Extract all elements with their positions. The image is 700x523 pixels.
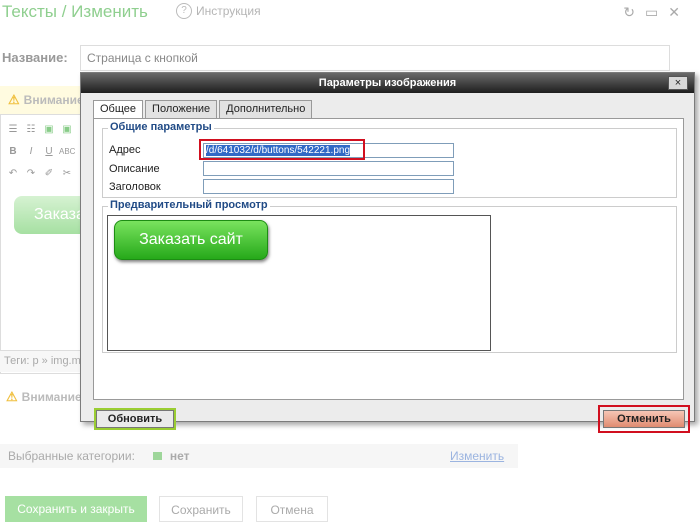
preview-fieldset: Предварительный просмотр Заказать сайт [102,199,677,353]
editor-toolbar-row-1: ☰ ☷ ▣ ▣ [5,121,85,139]
description-input[interactable] [203,161,454,176]
cut-icon[interactable]: ✂ [59,166,75,182]
image-edit-icon[interactable]: ▣ [59,122,75,138]
page-title: Тексты / Изменить [2,2,148,21]
preview-legend: Предварительный просмотр [108,199,270,211]
numbered-list-icon[interactable]: ☷ [23,122,39,138]
refresh-icon[interactable]: ↻ [623,4,635,21]
help-link[interactable]: ? Инструкция [176,3,261,19]
image-icon[interactable]: ▣ [41,122,57,138]
strikethrough-icon[interactable]: ABC [59,144,75,160]
tab-panel-general: Общие параметры Адрес /d/641032/d/button… [93,118,684,400]
italic-icon[interactable]: I [23,144,39,160]
categories-label: Выбранные категории: [8,449,135,463]
editor-content-button: Заказа [14,196,90,234]
preview-image-button: Заказать сайт [114,220,268,260]
save-and-close-button[interactable]: Сохранить и закрыть [5,496,147,522]
tab-advanced[interactable]: Дополнительно [219,100,313,118]
cancel-button[interactable]: Отмена [256,496,328,522]
maximize-icon[interactable]: ▭ [645,4,658,21]
warning-box-2: ⚠ Внимание [0,386,90,408]
bullet-list-icon[interactable]: ☰ [5,122,21,138]
dialog-title: Параметры изображения [81,73,694,93]
warning-label: Внимание [23,93,84,107]
warning-icon: ⚠ [8,92,20,107]
general-params-fieldset: Общие параметры Адрес /d/641032/d/button… [102,121,677,198]
categories-value: нет [169,449,190,463]
change-categories-link[interactable]: Изменить [450,449,504,463]
editor-toolbar-row-2: B I U ABC [5,143,85,161]
tab-position[interactable]: Положение [145,100,218,118]
dialog-tabs: Общее Положение Дополнительно [93,100,313,119]
editor-toolbar-row-3: ↶ ↷ ✐ ✂ [5,165,85,183]
dialog-cancel-button[interactable]: Отменить [603,410,685,428]
eraser-icon[interactable]: ✐ [41,166,57,182]
title-label: Заголовок [109,181,161,193]
categories-row: Выбранные категории: нет Изменить [0,444,518,468]
window-controls: ↻ ▭ ✕ [623,4,680,21]
undo-icon[interactable]: ↶ [5,166,21,182]
warning-box: ⚠ Внимание [0,86,90,114]
help-label: Инструкция [196,4,261,18]
warning-label-2: Внимание [21,390,82,404]
save-button[interactable]: Сохранить [159,496,243,522]
title-input[interactable] [203,179,454,194]
underline-icon[interactable]: U [41,144,57,160]
rich-text-editor[interactable]: ☰ ☷ ▣ ▣ B I U ABC ↶ ↷ ✐ ✂ [0,114,89,374]
warning-icon: ⚠ [6,389,18,404]
name-input[interactable] [80,45,670,71]
tab-general[interactable]: Общее [93,100,144,119]
name-label: Название: [2,50,68,65]
redo-icon[interactable]: ↷ [23,166,39,182]
folder-icon [152,452,162,460]
image-properties-dialog: Параметры изображения × Общее Положение … [80,72,695,433]
address-highlight [199,139,365,160]
close-icon[interactable]: ✕ [668,4,680,21]
update-button[interactable]: Обновить [94,408,176,430]
dialog-close-button[interactable]: × [668,76,688,90]
bold-icon[interactable]: B [5,144,21,160]
general-params-legend: Общие параметры [108,121,214,133]
editor-tags-path: Теги: p » img.m [0,350,88,372]
description-label: Описание [109,163,160,175]
question-icon: ? [176,3,192,19]
preview-area: Заказать сайт [107,215,491,351]
address-label: Адрес [109,144,141,156]
